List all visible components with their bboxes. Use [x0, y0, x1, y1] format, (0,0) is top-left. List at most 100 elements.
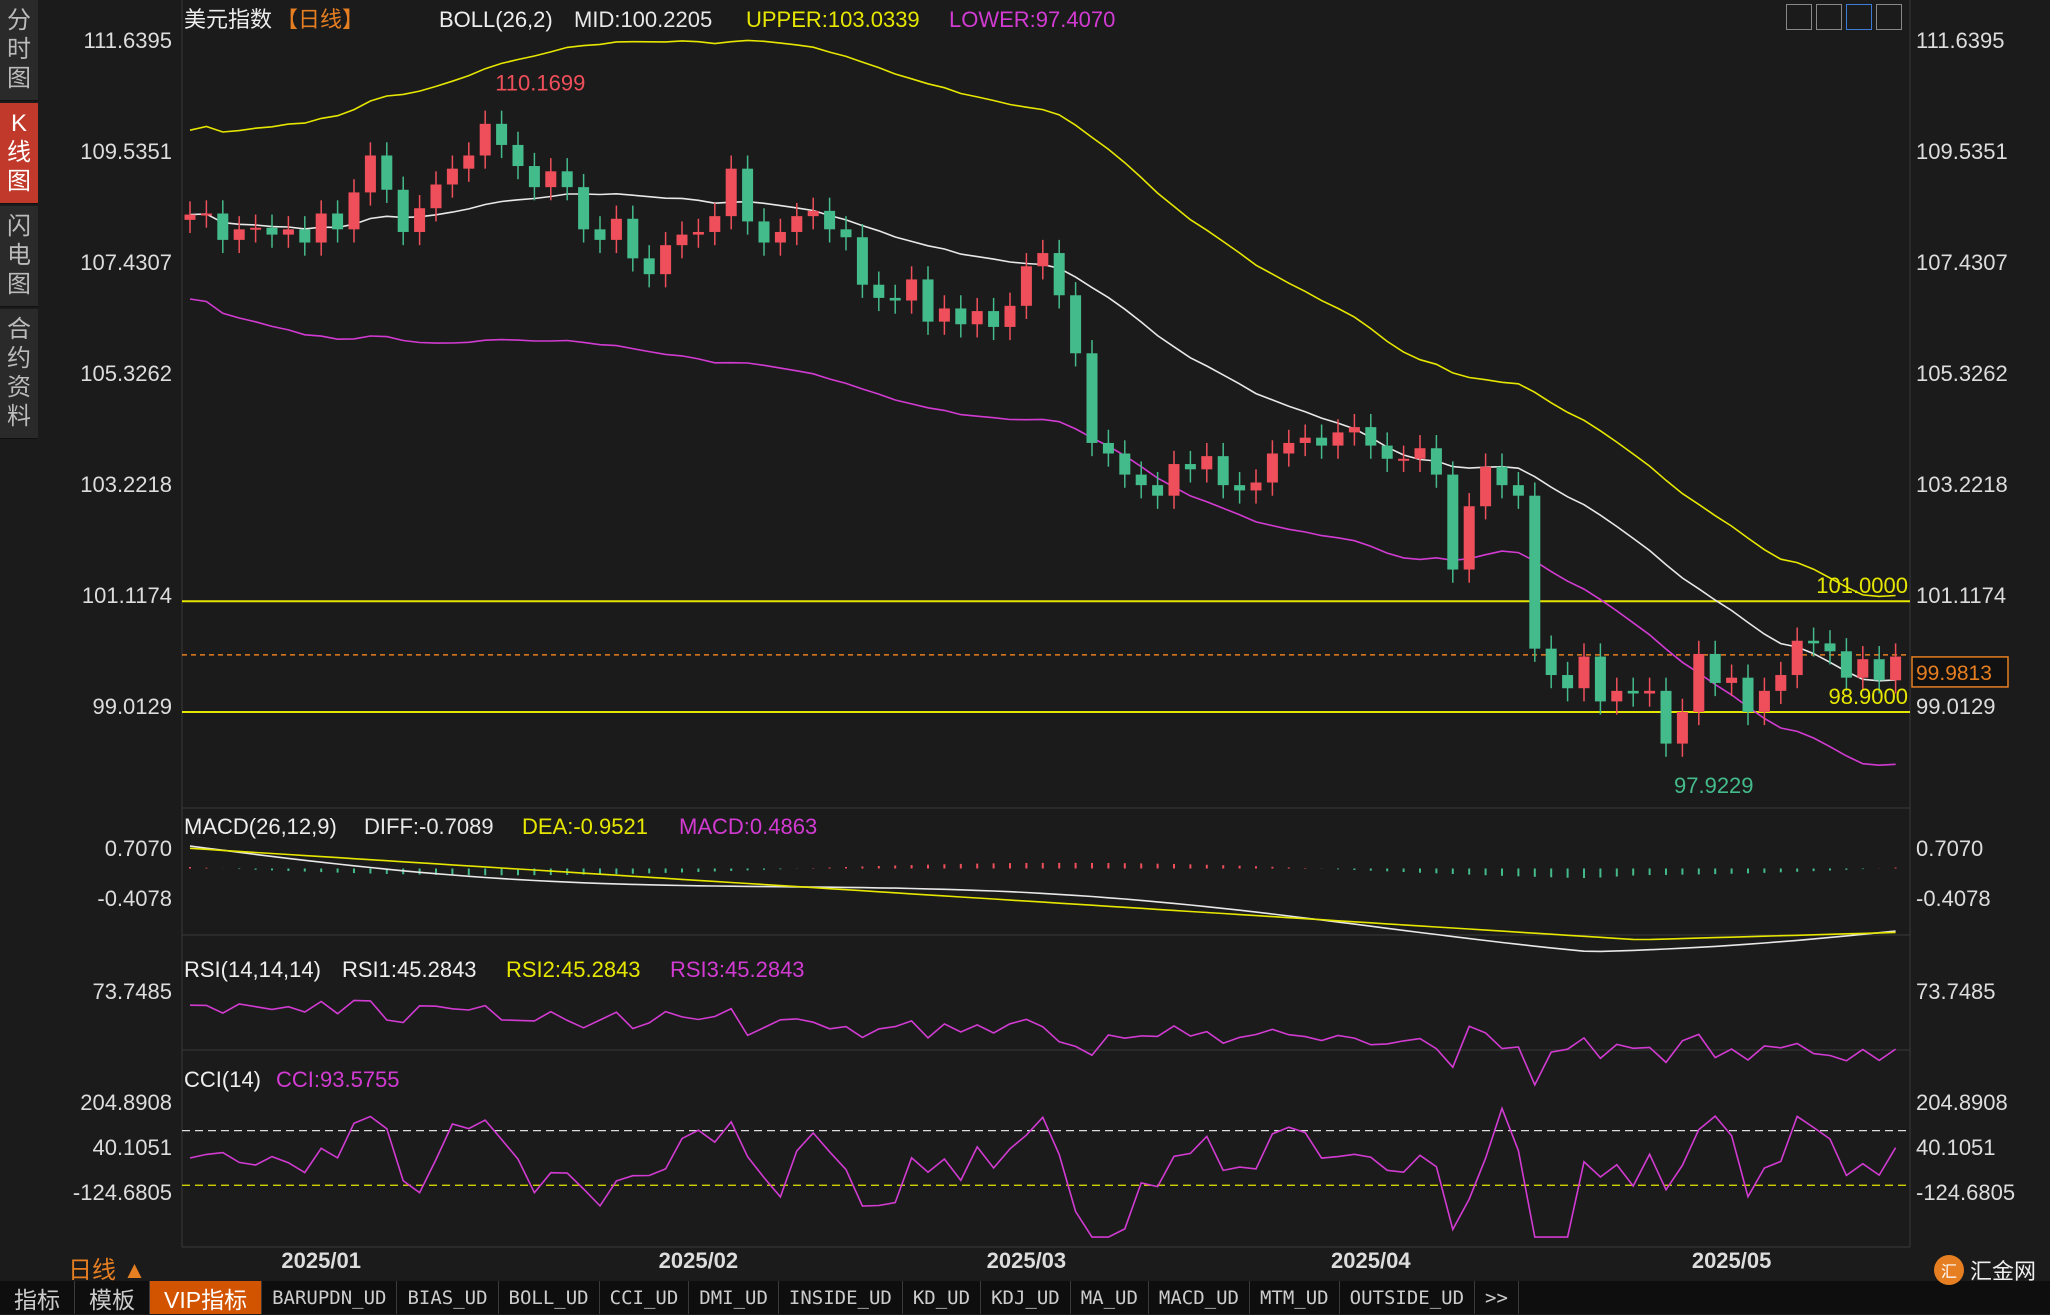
candle-body	[463, 155, 475, 169]
macd-diff: DIFF:-0.7089	[364, 814, 494, 839]
candle-body	[1266, 453, 1278, 483]
candle-body	[1627, 690, 1639, 694]
side-tab-2[interactable]: 闪电图	[0, 206, 38, 307]
bottom-tab-9[interactable]: KD_UD	[903, 1281, 982, 1314]
date-label: 2025/04	[1331, 1248, 1411, 1273]
side-tab-0[interactable]: 分时图	[0, 0, 38, 101]
candle-body	[1135, 474, 1147, 486]
candle-body	[643, 258, 655, 275]
candle-body	[774, 231, 786, 243]
boll-name: BOLL(26,2)	[439, 7, 553, 32]
bottom-tab-8[interactable]: INSIDE_UD	[779, 1281, 903, 1314]
crosshair-icon[interactable]	[1786, 4, 1812, 30]
candle-body	[610, 218, 622, 240]
candle-body	[1152, 485, 1164, 496]
cci-tick-right: 40.1051	[1916, 1135, 1996, 1160]
logo-badge: 汇	[1933, 1255, 1964, 1285]
date-label: 2025/05	[1692, 1248, 1772, 1273]
bottom-tab-12[interactable]: MACD_UD	[1149, 1281, 1250, 1314]
chart-svg[interactable]: 111.6395 111.6395 109.5351 109.5351 107.4307…	[0, 0, 2050, 1314]
side-tab-1[interactable]: K线图	[0, 103, 38, 204]
bottom-tab-4[interactable]: BIAS_UD	[397, 1281, 499, 1314]
candle-body	[922, 279, 934, 322]
price-tick-right: 103.2218	[1916, 472, 2008, 497]
candle-body	[1840, 651, 1852, 678]
bottom-tab-2[interactable]: VIP指标	[150, 1281, 263, 1314]
bottom-tab-15[interactable]: >>	[1475, 1281, 1519, 1314]
candle-body	[1890, 656, 1902, 681]
candle-body	[725, 168, 737, 217]
candle-body	[1562, 675, 1574, 689]
candle-body	[1594, 656, 1606, 702]
candle-body	[200, 213, 212, 216]
candle-body	[446, 168, 458, 185]
candle-body	[381, 155, 393, 190]
macd-tick-left: 0.7070	[105, 836, 172, 861]
cci-value: CCI:93.5755	[276, 1067, 400, 1092]
chart-mode-icon[interactable]	[1846, 4, 1872, 30]
rsi-tick-left: 73.7485	[92, 979, 172, 1004]
candle-body	[791, 216, 803, 232]
candle-body	[988, 311, 1000, 327]
candle-body	[217, 213, 229, 240]
candle-body	[1332, 432, 1344, 446]
candles[interactable]	[184, 110, 1902, 757]
rsi-tick-right: 73.7485	[1916, 979, 1996, 1004]
bottom-tab-5[interactable]: BOLL_UD	[499, 1281, 600, 1314]
candle-body	[1660, 690, 1672, 744]
candle-body	[824, 210, 836, 230]
bottom-tab-10[interactable]: KDJ_UD	[981, 1281, 1071, 1314]
date-label: 2025/01	[281, 1248, 361, 1273]
candle-body	[1037, 253, 1049, 267]
maximize-icon[interactable]	[1876, 4, 1902, 30]
candle-body	[1496, 466, 1508, 486]
candle-body	[299, 229, 311, 243]
rsi3: RSI3:45.2843	[670, 957, 805, 982]
date-label: 2025/02	[659, 1248, 739, 1273]
candle-body	[184, 214, 196, 220]
rsi1: RSI1:45.2843	[342, 957, 477, 982]
grid-icon[interactable]	[1816, 4, 1842, 30]
candle-body	[578, 187, 590, 230]
candle-body	[266, 227, 278, 235]
cci-tick-left: 204.8908	[80, 1090, 172, 1115]
candle-body	[1693, 653, 1705, 712]
price-tick-right: 101.1174	[1916, 583, 2006, 608]
chart-title: 美元指数	[184, 7, 272, 32]
macd-tick-left: -0.4078	[97, 886, 172, 911]
macd-tick-right: -0.4078	[1916, 886, 1991, 911]
price-tick-right: 111.6395	[1916, 28, 2005, 53]
price-tick-left: 109.5351	[80, 139, 172, 164]
candle-body	[1053, 253, 1065, 296]
candle-body	[807, 210, 819, 217]
candle-body	[1611, 690, 1623, 702]
side-tab-3[interactable]: 合约资料	[0, 309, 38, 439]
price-tick-left: 105.3262	[80, 361, 172, 386]
bottom-tab-0[interactable]: 指标	[0, 1281, 75, 1314]
boll-bands	[189, 39, 1896, 767]
logo-text: 汇金网	[1969, 1259, 2036, 1284]
candle-body	[1463, 506, 1475, 570]
candle-body	[561, 171, 573, 188]
candle-body	[1414, 448, 1426, 459]
candle-body	[660, 245, 672, 275]
macd-tick-right: 0.7070	[1916, 836, 1983, 861]
price-tick-right: 109.5351	[1916, 139, 2008, 164]
macd-diff-line	[189, 845, 1896, 953]
cci-tick-left: -124.6805	[73, 1180, 172, 1205]
rsi-line	[189, 999, 1897, 1087]
bottom-tab-14[interactable]: OUTSIDE_UD	[1340, 1281, 1476, 1314]
candle-body	[1119, 453, 1131, 475]
bottom-tab-13[interactable]: MTM_UD	[1250, 1281, 1340, 1314]
price-tick-left: 107.4307	[80, 250, 172, 275]
bottom-tab-1[interactable]: 模板	[75, 1281, 150, 1314]
bottom-tab-6[interactable]: CCI_UD	[600, 1281, 690, 1314]
logo: 汇 汇金网	[1933, 1254, 2036, 1286]
candle-body	[496, 123, 508, 145]
bottom-tab-7[interactable]: DMI_UD	[689, 1281, 779, 1314]
candle-body	[1791, 640, 1803, 676]
bottom-tab-11[interactable]: MA_UD	[1071, 1281, 1149, 1314]
candle-body	[840, 229, 852, 238]
candle-body	[1184, 464, 1196, 470]
bottom-tab-3[interactable]: BARUPDN_UD	[262, 1281, 398, 1314]
